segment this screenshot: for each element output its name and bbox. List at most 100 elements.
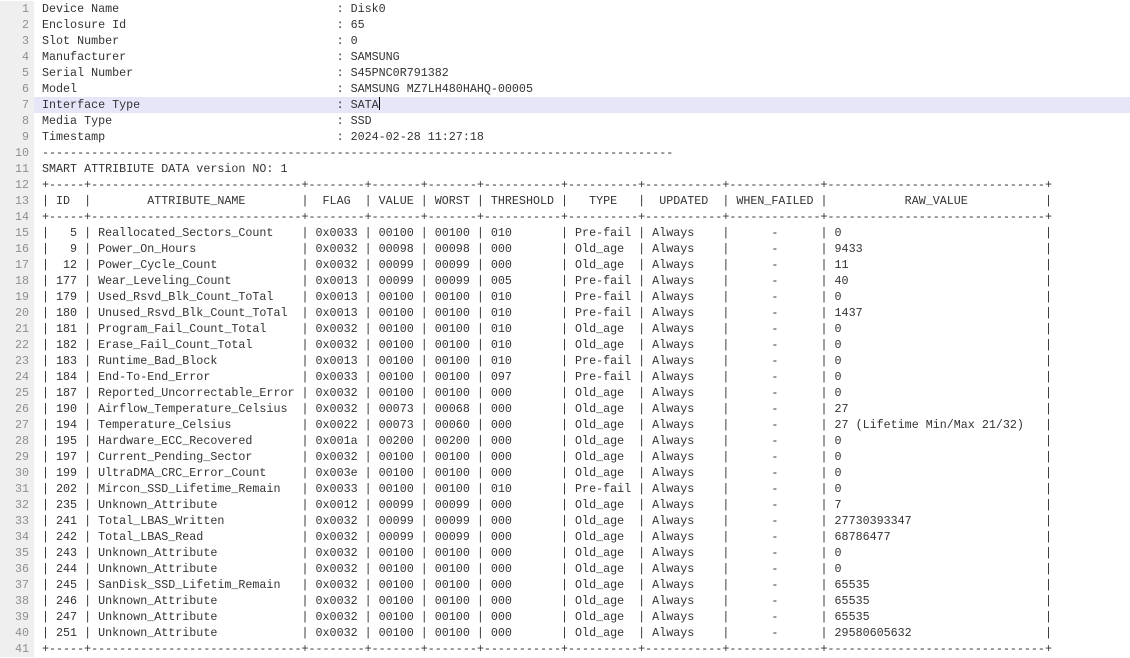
editor-line: 27| 194 | Temperature_Celsius | 0x0022 |… [0, 417, 1130, 433]
editor-line: 35| 243 | Unknown_Attribute | 0x0032 | 0… [0, 545, 1130, 561]
editor-line: 39| 247 | Unknown_Attribute | 0x0032 | 0… [0, 609, 1130, 625]
editor-line: 14+-----+------------------------------+… [0, 209, 1130, 225]
line-number: 31 [0, 481, 34, 497]
line-number: 3 [0, 33, 34, 49]
line-number: 18 [0, 273, 34, 289]
line-content[interactable]: | 180 | Unused_Rsvd_Blk_Count_ToTal | 0x… [34, 305, 1130, 321]
line-content[interactable]: | 184 | End-To-End_Error | 0x0033 | 0010… [34, 369, 1130, 385]
text-cursor [379, 97, 380, 110]
line-content[interactable]: Enclosure Id : 65 [34, 17, 1130, 33]
line-number: 4 [0, 49, 34, 65]
line-content[interactable]: | 243 | Unknown_Attribute | 0x0032 | 001… [34, 545, 1130, 561]
line-number: 2 [0, 17, 34, 33]
editor-line: 34| 242 | Total_LBAS_Read | 0x0032 | 000… [0, 529, 1130, 545]
line-content[interactable]: | 9 | Power_On_Hours | 0x0032 | 00098 | … [34, 241, 1130, 257]
line-number: 9 [0, 129, 34, 145]
line-content[interactable]: | 251 | Unknown_Attribute | 0x0032 | 001… [34, 625, 1130, 641]
editor-line: 6Model : SAMSUNG MZ7LH480HAHQ-00005 [0, 81, 1130, 97]
line-content[interactable]: | 190 | Airflow_Temperature_Celsius | 0x… [34, 401, 1130, 417]
line-number: 7 [0, 97, 34, 113]
line-content[interactable]: +-----+------------------------------+--… [34, 177, 1130, 193]
editor-line: 36| 244 | Unknown_Attribute | 0x0032 | 0… [0, 561, 1130, 577]
line-content[interactable]: Model : SAMSUNG MZ7LH480HAHQ-00005 [34, 81, 1130, 97]
line-content[interactable]: | 181 | Program_Fail_Count_Total | 0x003… [34, 321, 1130, 337]
line-number: 23 [0, 353, 34, 369]
line-number: 38 [0, 593, 34, 609]
line-content[interactable]: Media Type : SSD [34, 113, 1130, 129]
line-number: 26 [0, 401, 34, 417]
editor-line: 41+-----+------------------------------+… [0, 641, 1130, 657]
editor-line: 13| ID | ATTRIBUTE_NAME | FLAG | VALUE |… [0, 193, 1130, 209]
line-number: 39 [0, 609, 34, 625]
editor-line: 26| 190 | Airflow_Temperature_Celsius | … [0, 401, 1130, 417]
line-content[interactable]: | ID | ATTRIBUTE_NAME | FLAG | VALUE | W… [34, 193, 1130, 209]
editor-line: 23| 183 | Runtime_Bad_Block | 0x0013 | 0… [0, 353, 1130, 369]
line-number: 30 [0, 465, 34, 481]
line-content[interactable]: ----------------------------------------… [34, 145, 1130, 161]
line-number: 14 [0, 209, 34, 225]
line-content[interactable]: Slot Number : 0 [34, 33, 1130, 49]
line-content[interactable]: Manufacturer : SAMSUNG [34, 49, 1130, 65]
editor-line: 1Device Name : Disk0 [0, 1, 1130, 17]
editor-line: 31| 202 | Mircon_SSD_Lifetime_Remain | 0… [0, 481, 1130, 497]
line-content[interactable]: | 195 | Hardware_ECC_Recovered | 0x001a … [34, 433, 1130, 449]
line-content[interactable]: | 241 | Total_LBAS_Written | 0x0032 | 00… [34, 513, 1130, 529]
line-content[interactable]: | 235 | Unknown_Attribute | 0x0012 | 000… [34, 497, 1130, 513]
editor-line: 15| 5 | Reallocated_Sectors_Count | 0x00… [0, 225, 1130, 241]
editor-line: 40| 251 | Unknown_Attribute | 0x0032 | 0… [0, 625, 1130, 641]
line-number: 28 [0, 433, 34, 449]
line-content[interactable]: | 199 | UltraDMA_CRC_Error_Count | 0x003… [34, 465, 1130, 481]
editor-line: 3Slot Number : 0 [0, 33, 1130, 49]
line-number: 36 [0, 561, 34, 577]
line-content[interactable]: | 245 | SanDisk_SSD_Lifetim_Remain | 0x0… [34, 577, 1130, 593]
line-content[interactable]: SMART ATTRIBIUTE DATA version NO: 1 [34, 161, 1130, 177]
editor-line: 5Serial Number : S45PNC0R791382 [0, 65, 1130, 81]
line-content[interactable]: | 244 | Unknown_Attribute | 0x0032 | 001… [34, 561, 1130, 577]
line-content[interactable]: | 177 | Wear_Leveling_Count | 0x0013 | 0… [34, 273, 1130, 289]
line-number: 21 [0, 321, 34, 337]
editor-line: 2Enclosure Id : 65 [0, 17, 1130, 33]
editor-line: 25| 187 | Reported_Uncorrectable_Error |… [0, 385, 1130, 401]
editor-lines: 1Device Name : Disk02Enclosure Id : 653S… [0, 1, 1130, 657]
editor-line: 22| 182 | Erase_Fail_Count_Total | 0x003… [0, 337, 1130, 353]
editor-line: 20| 180 | Unused_Rsvd_Blk_Count_ToTal | … [0, 305, 1130, 321]
editor-line: 8Media Type : SSD [0, 113, 1130, 129]
line-number: 40 [0, 625, 34, 641]
line-content[interactable]: | 187 | Reported_Uncorrectable_Error | 0… [34, 385, 1130, 401]
editor-line: 11SMART ATTRIBIUTE DATA version NO: 1 [0, 161, 1130, 177]
line-content[interactable]: | 183 | Runtime_Bad_Block | 0x0013 | 001… [34, 353, 1130, 369]
editor-line: 19| 179 | Used_Rsvd_Blk_Count_ToTal | 0x… [0, 289, 1130, 305]
line-number: 34 [0, 529, 34, 545]
line-number: 32 [0, 497, 34, 513]
line-number: 29 [0, 449, 34, 465]
editor-line: 38| 246 | Unknown_Attribute | 0x0032 | 0… [0, 593, 1130, 609]
line-content[interactable]: +-----+------------------------------+--… [34, 641, 1130, 657]
line-content[interactable]: Serial Number : S45PNC0R791382 [34, 65, 1130, 81]
line-content[interactable]: | 202 | Mircon_SSD_Lifetime_Remain | 0x0… [34, 481, 1130, 497]
line-content[interactable]: Device Name : Disk0 [34, 1, 1130, 17]
editor-line: 32| 235 | Unknown_Attribute | 0x0012 | 0… [0, 497, 1130, 513]
line-content[interactable]: | 182 | Erase_Fail_Count_Total | 0x0032 … [34, 337, 1130, 353]
line-number: 15 [0, 225, 34, 241]
line-content[interactable]: | 197 | Current_Pending_Sector | 0x0032 … [34, 449, 1130, 465]
line-content[interactable]: | 12 | Power_Cycle_Count | 0x0032 | 0009… [34, 257, 1130, 273]
line-content[interactable]: | 194 | Temperature_Celsius | 0x0022 | 0… [34, 417, 1130, 433]
line-number: 13 [0, 193, 34, 209]
line-number: 1 [0, 1, 34, 17]
line-content[interactable]: | 179 | Used_Rsvd_Blk_Count_ToTal | 0x00… [34, 289, 1130, 305]
line-number: 25 [0, 385, 34, 401]
line-content[interactable]: | 5 | Reallocated_Sectors_Count | 0x0033… [34, 225, 1130, 241]
editor-line: 7Interface Type : SATA [0, 97, 1130, 113]
editor-line: 21| 181 | Program_Fail_Count_Total | 0x0… [0, 321, 1130, 337]
line-content[interactable]: | 242 | Total_LBAS_Read | 0x0032 | 00099… [34, 529, 1130, 545]
line-number: 6 [0, 81, 34, 97]
line-number: 22 [0, 337, 34, 353]
line-content[interactable]: | 246 | Unknown_Attribute | 0x0032 | 001… [34, 593, 1130, 609]
line-content[interactable]: | 247 | Unknown_Attribute | 0x0032 | 001… [34, 609, 1130, 625]
line-content[interactable]: Interface Type : SATA [34, 97, 1130, 113]
editor-line: 33| 241 | Total_LBAS_Written | 0x0032 | … [0, 513, 1130, 529]
line-content[interactable]: Timestamp : 2024-02-28 11:27:18 [34, 129, 1130, 145]
text-editor: 1Device Name : Disk02Enclosure Id : 653S… [0, 0, 1130, 658]
line-number: 35 [0, 545, 34, 561]
line-content[interactable]: +-----+------------------------------+--… [34, 209, 1130, 225]
